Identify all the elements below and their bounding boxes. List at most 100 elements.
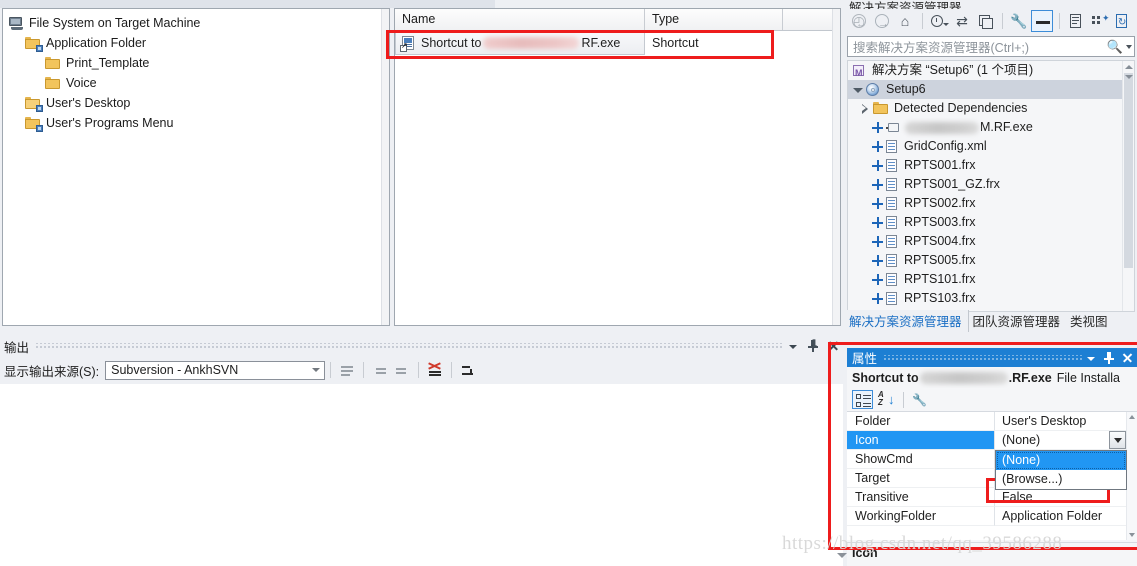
dropdown-option-none[interactable]: (None) — [996, 451, 1126, 470]
chevron-down-icon[interactable] — [308, 362, 324, 379]
toolbar-separator — [1059, 13, 1060, 29]
property-pages-icon[interactable]: 🔧 — [909, 390, 930, 409]
output-pane-body[interactable] — [0, 384, 843, 566]
expand-plus-icon[interactable] — [872, 274, 883, 285]
refresh-icon[interactable]: ↻ — [1111, 10, 1133, 32]
expand-plus-icon[interactable] — [872, 198, 883, 209]
sync-icon[interactable]: ⇄ — [951, 10, 973, 32]
alphabetical-icon[interactable]: A Z ↓ — [875, 390, 896, 409]
property-row-transitive[interactable]: Transitive False — [847, 488, 1137, 507]
expand-plus-icon[interactable] — [872, 255, 883, 266]
solution-icon — [852, 64, 867, 83]
tree-file-item[interactable]: GridConfig.xml — [848, 137, 1134, 156]
file-list-panel[interactable]: Name Type Shortcut to RF.exe Shortcut — [394, 8, 841, 326]
expand-plus-icon[interactable] — [872, 217, 883, 228]
categorized-icon[interactable] — [852, 390, 873, 409]
dropdown-option-browse[interactable]: (Browse...) — [996, 470, 1126, 489]
expand-plus-icon[interactable] — [872, 122, 883, 133]
pin-icon[interactable] — [805, 337, 821, 354]
editor-tab-strip-filler — [495, 0, 845, 8]
properties-grid[interactable]: Folder User's Desktop Icon (None) ShowCm… — [847, 412, 1137, 540]
node-detected-dependencies[interactable]: Detected Dependencies — [848, 99, 1134, 118]
tree-file-item[interactable]: RPTS001.frx — [848, 156, 1134, 175]
file-list-cell-name[interactable]: Shortcut to RF.exe — [395, 31, 645, 55]
property-value[interactable]: Application Folder — [995, 507, 1137, 526]
chevron-down-icon[interactable] — [785, 338, 801, 354]
tab-team-explorer[interactable]: 团队资源管理器 — [969, 310, 1067, 332]
expand-plus-icon[interactable] — [872, 236, 883, 247]
tree-item-print-template[interactable]: Print_Template — [3, 53, 389, 73]
tree-file-item[interactable]: RPTS003.frx — [848, 213, 1134, 232]
expand-plus-icon[interactable] — [872, 293, 883, 304]
folder-icon — [45, 76, 61, 90]
chevron-down-icon[interactable] — [1083, 350, 1099, 366]
column-header-name[interactable]: Name — [395, 9, 645, 30]
expand-plus-icon[interactable] — [872, 160, 883, 171]
property-row-icon[interactable]: Icon (None) — [847, 431, 1137, 450]
output-source-select[interactable]: Subversion - AnkhSVN — [105, 360, 326, 380]
property-row-folder[interactable]: Folder User's Desktop — [847, 412, 1137, 431]
tree-file-item[interactable]: RPTS002.frx — [848, 194, 1134, 213]
collapse-all-icon[interactable] — [974, 10, 996, 32]
tree-root-file-system[interactable]: File System on Target Machine — [3, 13, 389, 33]
tab-class-view[interactable]: 类视图 — [1066, 310, 1114, 332]
tree-file-item[interactable]: RPTS004.frx — [848, 232, 1134, 251]
close-icon[interactable] — [825, 338, 841, 354]
file-system-tree-panel[interactable]: File System on Target Machine Applicatio… — [2, 8, 390, 326]
solution-node[interactable]: 解决方案 “Setup6” (1 个项目) — [848, 61, 1134, 83]
tree-file-item[interactable]: RPTS103.frx — [848, 289, 1134, 308]
tree-file-item[interactable]: RPTS005.frx — [848, 251, 1134, 270]
property-row-workingfolder[interactable]: WorkingFolder Application Folder — [847, 507, 1137, 526]
go-to-next-message-icon[interactable] — [392, 360, 412, 380]
expand-plus-icon[interactable] — [872, 179, 883, 190]
chevron-right-icon[interactable] — [860, 103, 870, 114]
expand-plus-icon[interactable] — [872, 141, 883, 152]
output-pane-title: 输出 — [4, 340, 30, 355]
icon-dropdown-button[interactable] — [1109, 431, 1126, 449]
table-row[interactable]: Shortcut to RF.exe Shortcut — [395, 31, 840, 55]
file-system-tree-scrollbar[interactable] — [381, 9, 389, 325]
property-value[interactable]: False — [995, 488, 1137, 507]
toolbar-separator — [330, 362, 332, 378]
column-header-type[interactable]: Type — [645, 9, 783, 30]
editor-tab-cut[interactable] — [0, 0, 496, 8]
properties-grid-scrollbar[interactable] — [1126, 412, 1137, 540]
tree-file-item[interactable]: M.RF.exe — [848, 118, 1134, 137]
scroll-down-arrow[interactable] — [1123, 72, 1134, 83]
forward-icon[interactable]: → — [871, 10, 893, 32]
toggle-word-wrap-icon[interactable] — [458, 360, 478, 380]
tree-item-application-folder[interactable]: Application Folder — [3, 33, 389, 53]
scroll-thumb[interactable] — [1124, 73, 1133, 268]
solution-explorer-scrollbar[interactable] — [1122, 61, 1134, 311]
file-list-scrollbar[interactable] — [832, 9, 840, 325]
tab-solution-explorer[interactable]: 解决方案资源管理器 — [845, 310, 969, 332]
chevron-down-icon[interactable] — [1124, 45, 1134, 49]
show-all-files-icon[interactable] — [1031, 10, 1053, 32]
tree-item-users-desktop[interactable]: User's Desktop — [3, 93, 389, 113]
chevron-down-icon[interactable] — [852, 85, 863, 95]
project-node-setup6[interactable]: Setup6 — [848, 80, 1134, 99]
home-icon[interactable]: ⌂ — [894, 10, 916, 32]
tree-item-voice[interactable]: Voice — [3, 73, 389, 93]
go-to-previous-message-icon[interactable] — [370, 360, 390, 380]
scroll-up-arrow[interactable] — [1123, 61, 1134, 72]
pin-icon[interactable] — [1101, 350, 1117, 366]
close-icon[interactable] — [1119, 350, 1135, 366]
search-input[interactable]: 搜索解决方案资源管理器(Ctrl+;) 🔍 — [847, 36, 1135, 57]
properties-wrench-icon[interactable]: 🔧 — [1008, 10, 1030, 32]
view-code-icon[interactable] — [1065, 10, 1087, 32]
tree-file-item[interactable]: RPTS001_GZ.frx — [848, 175, 1134, 194]
tree-item-users-programs-menu[interactable]: User's Programs Menu — [3, 113, 389, 133]
property-value[interactable]: User's Desktop — [995, 412, 1137, 431]
pending-changes-icon[interactable] — [928, 10, 950, 32]
back-icon[interactable]: ◴ ← — [848, 10, 870, 32]
solution-explorer-tree[interactable]: 解决方案 “Setup6” (1 个项目) Setup6 Detected De… — [847, 60, 1135, 312]
view-designer-icon[interactable]: ✦ — [1088, 10, 1110, 32]
output-source-label: 显示输出来源(S): — [4, 364, 100, 379]
tree-file-item[interactable]: RPTS101.frx — [848, 270, 1134, 289]
search-icon[interactable]: 🔍 — [1106, 39, 1124, 55]
icon-dropdown-list[interactable]: (None) (Browse...) — [995, 450, 1127, 490]
find-message-icon[interactable] — [337, 360, 357, 380]
clear-all-icon[interactable] — [425, 360, 445, 380]
file-icon — [886, 177, 899, 192]
